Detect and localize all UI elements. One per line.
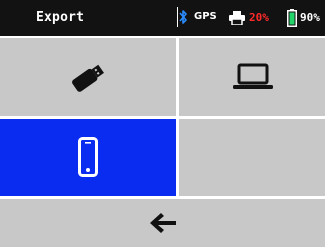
status-bar: Export GPS 20% 90% bbox=[0, 0, 325, 36]
bluetooth-icon bbox=[177, 7, 187, 27]
back-button[interactable] bbox=[0, 199, 325, 247]
export-usb-button[interactable] bbox=[0, 38, 176, 116]
battery-icon bbox=[287, 9, 297, 27]
usb-stick-icon bbox=[72, 64, 104, 92]
paper-level: 20% bbox=[249, 11, 269, 24]
screen-title: Export bbox=[36, 10, 85, 25]
smartphone-icon bbox=[78, 137, 98, 177]
printer-icon bbox=[229, 11, 245, 25]
empty-tile bbox=[179, 119, 325, 196]
arrow-left-icon bbox=[150, 213, 176, 233]
laptop-icon bbox=[233, 63, 273, 89]
export-phone-button[interactable] bbox=[0, 119, 176, 196]
battery-level: 90% bbox=[300, 11, 320, 24]
export-screen: Export GPS 20% 90% bbox=[0, 0, 325, 247]
gps-indicator: GPS bbox=[194, 11, 217, 22]
export-laptop-button[interactable] bbox=[179, 38, 325, 116]
